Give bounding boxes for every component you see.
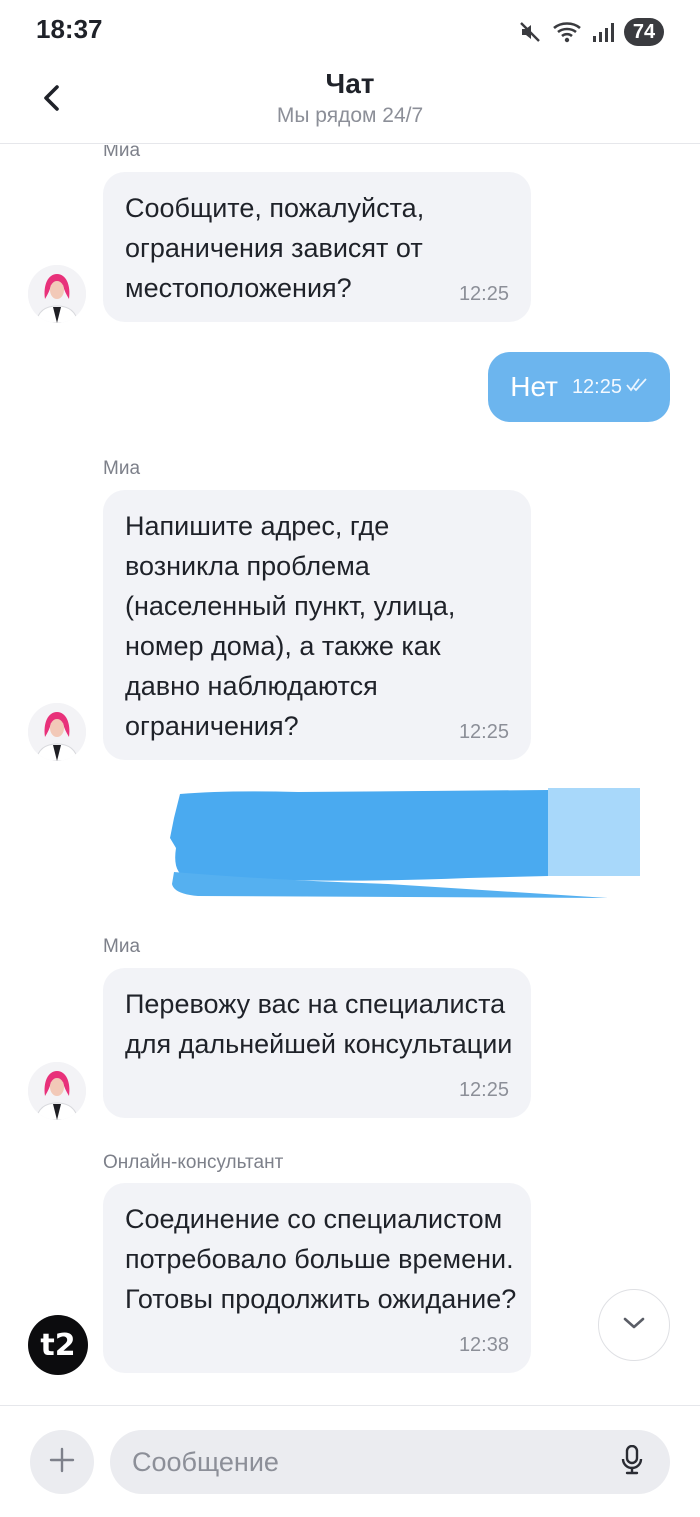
message-time: 12:25 — [458, 721, 509, 743]
message-time: 12:25 — [458, 283, 509, 305]
mia-avatar[interactable] — [28, 703, 86, 761]
status-icons: 74 — [518, 16, 664, 48]
incoming-message[interactable]: Соединение со специалистом потребовало б… — [103, 1183, 531, 1373]
message-text: Напишите адрес, где возникла проблема (н… — [125, 511, 456, 741]
incoming-message[interactable]: Перевожу вас на специалиста для дальнейш… — [103, 968, 531, 1118]
message-time: 12:25 — [458, 1079, 509, 1101]
message-time: 12:25 — [571, 375, 622, 398]
message-composer — [0, 1405, 700, 1517]
mia-avatar[interactable] — [28, 1062, 86, 1120]
mia-avatar[interactable] — [28, 265, 86, 323]
redacted-message[interactable] — [168, 788, 640, 898]
page-title: Чат — [325, 68, 375, 99]
wifi-icon — [552, 20, 582, 44]
mute-icon — [518, 20, 542, 44]
status-bar: 18:37 74 — [0, 0, 700, 64]
attach-button[interactable] — [30, 1430, 94, 1494]
chat-header: Чат Мы рядом 24/7 — [0, 64, 700, 144]
message-text: Сообщите, пожалуйста, ограничения завися… — [125, 193, 425, 303]
message-sender: Миа — [103, 458, 141, 479]
incoming-message[interactable]: Сообщите, пожалуйста, ограничения завися… — [103, 172, 531, 322]
page-subtitle: Мы рядом 24/7 — [276, 104, 424, 127]
double-check-icon — [626, 377, 648, 398]
scroll-down-button[interactable] — [598, 1289, 670, 1361]
message-input-wrapper — [110, 1430, 670, 1494]
chevron-down-icon — [622, 1316, 646, 1335]
incoming-message[interactable]: Напишите адрес, где возникла проблема (н… — [103, 490, 531, 760]
signal-icon — [592, 21, 614, 43]
message-sender: Миа — [103, 145, 141, 161]
message-text: Соединение со специалистом потребовало б… — [125, 1204, 517, 1314]
chat-messages[interactable]: Миа Сообщите, пожалуйста, ограничения за… — [0, 145, 700, 1405]
plus-icon — [48, 1446, 76, 1479]
message-text: Нет — [510, 371, 558, 402]
message-input[interactable] — [132, 1430, 602, 1494]
message-time: 12:38 — [458, 1334, 509, 1356]
message-sender: Миа — [103, 936, 141, 957]
message-text: Перевожу вас на специалиста для дальнейш… — [125, 989, 513, 1059]
outgoing-message[interactable]: Нет 12:25 — [488, 352, 670, 422]
status-time: 18:37 — [36, 14, 103, 44]
mic-button[interactable] — [614, 1444, 650, 1480]
t2-logo-avatar[interactable]: t2 — [28, 1315, 88, 1375]
microphone-icon — [621, 1444, 643, 1480]
battery-icon: 74 — [624, 18, 664, 46]
message-sender: Онлайн-консультант — [103, 1152, 284, 1173]
